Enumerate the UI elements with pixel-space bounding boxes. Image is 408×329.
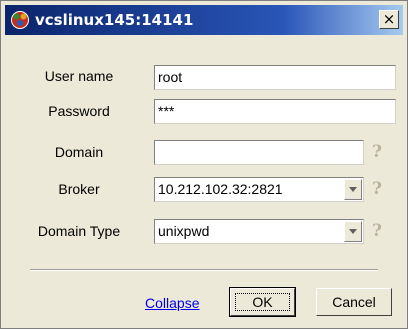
ok-button-label: OK xyxy=(235,293,290,311)
title-bar[interactable]: vcslinux145:14141 × xyxy=(5,5,403,35)
user-name-input[interactable]: root xyxy=(154,65,396,90)
close-button[interactable]: × xyxy=(379,10,399,29)
divider xyxy=(30,269,378,271)
password-input[interactable]: *** xyxy=(154,99,396,124)
ok-button[interactable]: OK xyxy=(229,287,296,317)
dialog-content: User name root Password *** Domain ? Bro… xyxy=(5,39,403,324)
user-name-label: User name xyxy=(44,68,114,84)
close-icon: × xyxy=(382,10,396,28)
chevron-down-icon[interactable] xyxy=(344,221,362,242)
domain-input[interactable] xyxy=(154,140,364,165)
domain-type-select[interactable]: unixpwd xyxy=(154,219,364,244)
domain-help-icon[interactable]: ? xyxy=(369,143,385,161)
domain-type-label: Domain Type xyxy=(37,223,121,239)
broker-label: Broker xyxy=(58,181,100,197)
login-dialog: vcslinux145:14141 × User name root Passw… xyxy=(0,0,408,329)
collapse-link[interactable]: Collapse xyxy=(145,295,199,311)
app-logo-icon xyxy=(11,11,29,29)
window-title: vcslinux145:14141 xyxy=(35,11,194,29)
domain-type-help-icon[interactable]: ? xyxy=(369,222,385,240)
broker-help-icon[interactable]: ? xyxy=(369,180,385,198)
cancel-button[interactable]: Cancel xyxy=(316,288,392,316)
domain-type-value: unixpwd xyxy=(158,223,210,239)
chevron-down-icon[interactable] xyxy=(344,179,362,200)
password-label: Password xyxy=(48,103,110,119)
broker-select[interactable]: 10.212.102.32:2821 xyxy=(154,177,364,202)
broker-value: 10.212.102.32:2821 xyxy=(158,181,283,197)
domain-label: Domain xyxy=(54,144,104,160)
